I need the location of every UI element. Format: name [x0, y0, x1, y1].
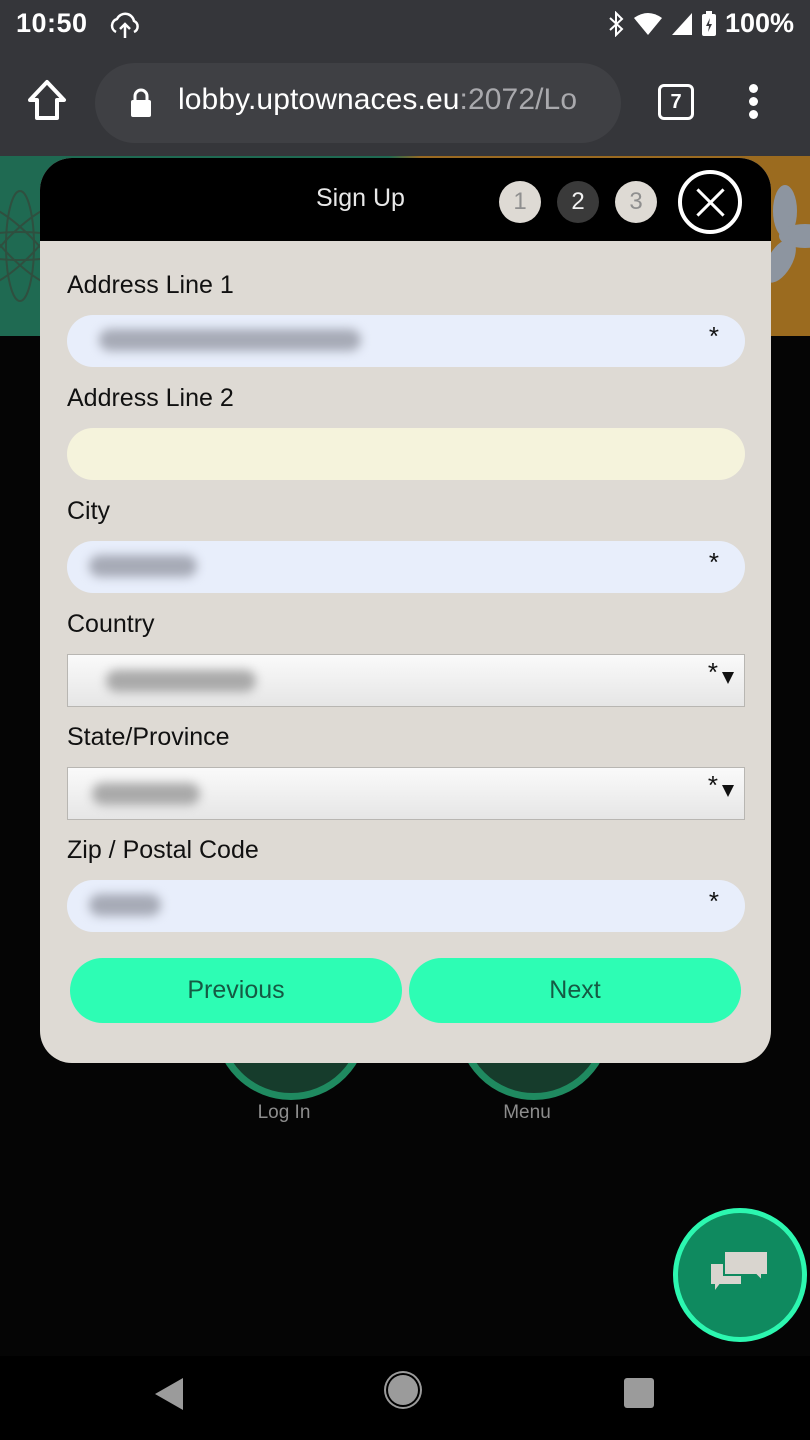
close-icon[interactable] [678, 170, 742, 234]
modal-header: Sign Up 1 2 3 [40, 158, 771, 241]
zip-value-blurred [89, 894, 161, 916]
city-value-blurred [89, 555, 197, 577]
battery-charging-icon [701, 10, 716, 36]
home-circle-icon[interactable] [388, 1375, 418, 1405]
status-icons: 100% [607, 8, 794, 39]
dropdown-caret-icon [722, 672, 734, 684]
state-select[interactable]: * [67, 767, 745, 820]
modal-title: Sign Up [316, 184, 405, 212]
battery-level: 100% [724, 8, 794, 38]
chat-icon [709, 1250, 769, 1296]
step-3-indicator[interactable]: 3 [615, 181, 657, 223]
url-path: :2072/Lo [459, 83, 578, 116]
required-marker: * [708, 321, 719, 351]
lock-icon [131, 88, 151, 117]
dropdown-caret-icon [722, 785, 734, 797]
required-marker: * [707, 770, 718, 800]
country-select[interactable]: * [67, 654, 745, 707]
wifi-icon [633, 12, 662, 35]
url-text[interactable]: lobby.uptownaces.eu:2072/Lo [178, 83, 577, 117]
browser-toolbar: lobby.uptownaces.eu:2072/Lo 7 [0, 50, 810, 156]
status-time: 10:50 [16, 8, 88, 38]
chat-button[interactable] [673, 1208, 807, 1342]
signup-modal: Sign Up 1 2 3 Address Line 1 * Address L… [40, 158, 771, 1063]
address1-input[interactable]: * [67, 315, 745, 367]
previous-button[interactable]: Previous [70, 958, 402, 1023]
tab-switcher-button[interactable]: 7 [658, 84, 694, 120]
signal-icon [671, 12, 692, 35]
next-button[interactable]: Next [409, 958, 741, 1023]
address1-label: Address Line 1 [67, 271, 234, 299]
city-label: City [67, 497, 111, 525]
state-value-blurred [92, 783, 200, 805]
url-host: lobby.uptownaces.eu [178, 83, 460, 116]
login-label[interactable]: Log In [224, 1102, 344, 1124]
browser-menu-icon[interactable] [746, 84, 760, 120]
required-marker: * [708, 547, 719, 577]
system-nav-bar [0, 1356, 810, 1440]
required-marker: * [708, 886, 719, 916]
state-label: State/Province [67, 723, 230, 751]
home-icon[interactable] [26, 78, 68, 122]
step-1-indicator[interactable]: 1 [499, 181, 541, 223]
city-input[interactable]: * [67, 541, 745, 593]
back-icon[interactable] [155, 1378, 183, 1410]
zip-label: Zip / Postal Code [67, 836, 259, 864]
address1-value-blurred [99, 329, 361, 351]
country-label: Country [67, 610, 155, 638]
required-marker: * [707, 657, 718, 687]
menu-label[interactable]: Menu [467, 1102, 587, 1124]
step-2-indicator[interactable]: 2 [557, 181, 599, 223]
address2-label: Address Line 2 [67, 384, 234, 412]
country-value-blurred [106, 670, 256, 692]
bluetooth-icon [609, 10, 624, 37]
address2-input[interactable] [67, 428, 745, 480]
cloud-upload-icon [110, 12, 139, 38]
status-bar: 10:50 100% [0, 0, 810, 50]
address-bar[interactable]: lobby.uptownaces.eu:2072/Lo [95, 63, 621, 143]
recent-apps-icon[interactable] [624, 1378, 654, 1408]
zip-input[interactable]: * [67, 880, 745, 932]
